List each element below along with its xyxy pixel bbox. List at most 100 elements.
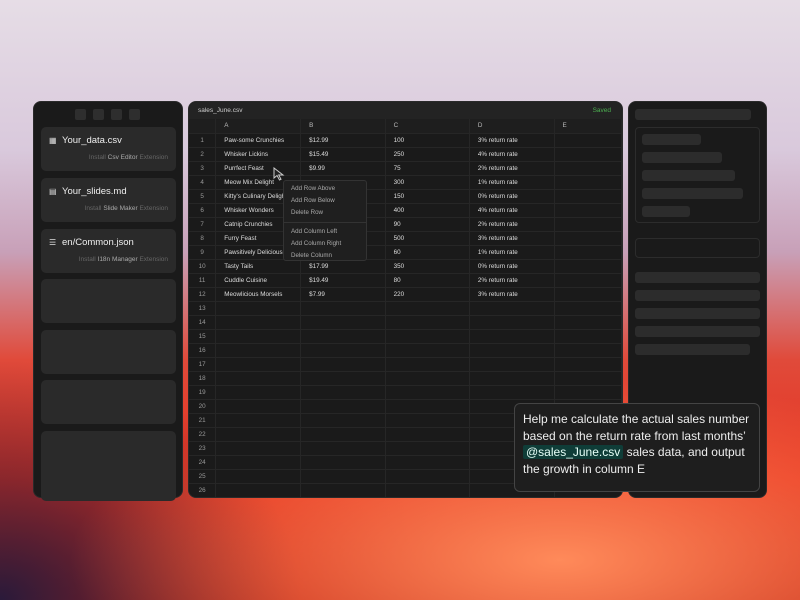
toolbar-button[interactable] xyxy=(111,109,122,120)
row-number[interactable]: 1 xyxy=(189,133,217,148)
cell[interactable] xyxy=(215,385,302,400)
row-number[interactable]: 26 xyxy=(189,483,217,497)
cell[interactable] xyxy=(300,315,386,330)
file-card[interactable]: ☰ en/Common.json Install I18n Manager Ext… xyxy=(41,229,176,273)
cell[interactable] xyxy=(215,301,302,316)
cell[interactable] xyxy=(554,175,622,190)
cell[interactable] xyxy=(215,371,302,386)
cell[interactable] xyxy=(300,469,386,484)
row-number[interactable]: 14 xyxy=(189,315,217,330)
chat-prompt-bubble[interactable]: Help me calculate the actual sales numbe… xyxy=(514,403,760,492)
cell[interactable] xyxy=(554,203,622,218)
cell[interactable] xyxy=(385,483,470,497)
row-number[interactable]: 5 xyxy=(189,189,217,204)
cell[interactable]: 80 xyxy=(385,273,470,288)
row-number[interactable]: 22 xyxy=(189,427,217,442)
row-number[interactable]: 3 xyxy=(189,161,217,176)
cell[interactable] xyxy=(300,357,386,372)
cell[interactable] xyxy=(385,343,470,358)
cell[interactable]: 2% return rate xyxy=(469,217,555,232)
toolbar-button[interactable] xyxy=(75,109,86,120)
cell[interactable]: 4% return rate xyxy=(469,147,555,162)
cell[interactable] xyxy=(554,259,622,274)
cell[interactable]: 1% return rate xyxy=(469,175,555,190)
menu-item[interactable]: Add Row Below xyxy=(284,195,366,207)
cell[interactable] xyxy=(300,371,386,386)
cell[interactable] xyxy=(215,427,302,442)
cell[interactable] xyxy=(300,413,386,428)
row-number[interactable]: 16 xyxy=(189,343,217,358)
cell[interactable] xyxy=(554,301,622,316)
toolbar-button[interactable] xyxy=(129,109,140,120)
row-number[interactable]: 23 xyxy=(189,441,217,456)
cell[interactable] xyxy=(469,329,555,344)
cell[interactable] xyxy=(554,343,622,358)
cell[interactable] xyxy=(554,245,622,260)
cell[interactable] xyxy=(385,301,470,316)
cell[interactable] xyxy=(554,315,622,330)
cell[interactable]: Cuddle Cuisine xyxy=(215,273,302,288)
file-card[interactable]: ▤ Your_slides.md Install Slide Maker Exte… xyxy=(41,178,176,222)
cell[interactable]: Meowlicious Morsels xyxy=(215,287,302,302)
cell[interactable]: $9.99 xyxy=(300,161,386,176)
row-number[interactable]: 25 xyxy=(189,469,217,484)
cell[interactable] xyxy=(554,273,622,288)
cell[interactable] xyxy=(215,357,302,372)
cell[interactable] xyxy=(385,455,470,470)
cell[interactable] xyxy=(385,399,470,414)
column-header[interactable]: D xyxy=(469,119,555,134)
row-number[interactable]: 18 xyxy=(189,371,217,386)
cell[interactable]: 350 xyxy=(385,259,470,274)
cell[interactable]: $19.49 xyxy=(300,273,386,288)
row-number[interactable]: 4 xyxy=(189,175,217,190)
cell[interactable] xyxy=(385,357,470,372)
cell[interactable]: 400 xyxy=(385,203,470,218)
cell[interactable] xyxy=(300,483,386,497)
cell[interactable] xyxy=(554,231,622,246)
cell[interactable] xyxy=(469,343,555,358)
cell[interactable] xyxy=(469,357,555,372)
row-number[interactable]: 13 xyxy=(189,301,217,316)
cell[interactable] xyxy=(300,427,386,442)
cell[interactable] xyxy=(385,315,470,330)
toolbar-button[interactable] xyxy=(93,109,104,120)
cell[interactable] xyxy=(215,399,302,414)
cell[interactable]: 60 xyxy=(385,245,470,260)
cell[interactable]: 3% return rate xyxy=(469,287,555,302)
row-number[interactable]: 15 xyxy=(189,329,217,344)
cell[interactable] xyxy=(300,441,386,456)
cell[interactable] xyxy=(300,301,386,316)
cell[interactable] xyxy=(385,385,470,400)
menu-item[interactable]: Delete Row xyxy=(284,207,366,219)
column-header[interactable]: B xyxy=(300,119,386,134)
menu-item[interactable]: Add Row Above xyxy=(284,183,366,195)
cell[interactable] xyxy=(554,287,622,302)
row-number[interactable]: 8 xyxy=(189,231,217,246)
cell[interactable] xyxy=(215,455,302,470)
cell[interactable] xyxy=(554,189,622,204)
cell[interactable] xyxy=(554,385,622,400)
cell[interactable] xyxy=(554,133,622,148)
cell[interactable]: 4% return rate xyxy=(469,203,555,218)
cell[interactable] xyxy=(469,371,555,386)
menu-item[interactable]: Add Column Right xyxy=(284,238,366,250)
row-number[interactable]: 7 xyxy=(189,217,217,232)
column-header[interactable]: C xyxy=(385,119,470,134)
cell[interactable] xyxy=(215,413,302,428)
cell[interactable] xyxy=(469,301,555,316)
cell[interactable] xyxy=(385,427,470,442)
cell[interactable] xyxy=(215,483,302,497)
row-number[interactable]: 11 xyxy=(189,273,217,288)
cell[interactable] xyxy=(554,357,622,372)
cell[interactable] xyxy=(385,371,470,386)
cell[interactable]: 90 xyxy=(385,217,470,232)
cell[interactable]: 2% return rate xyxy=(469,273,555,288)
cell[interactable]: 300 xyxy=(385,175,470,190)
cell[interactable] xyxy=(554,371,622,386)
row-number[interactable]: 21 xyxy=(189,413,217,428)
file-mention-chip[interactable]: @sales_June.csv xyxy=(523,445,624,459)
cell[interactable]: Paw-some Crunchies xyxy=(215,133,302,148)
cell[interactable]: 150 xyxy=(385,189,470,204)
cell[interactable] xyxy=(300,399,386,414)
cell[interactable] xyxy=(300,343,386,358)
